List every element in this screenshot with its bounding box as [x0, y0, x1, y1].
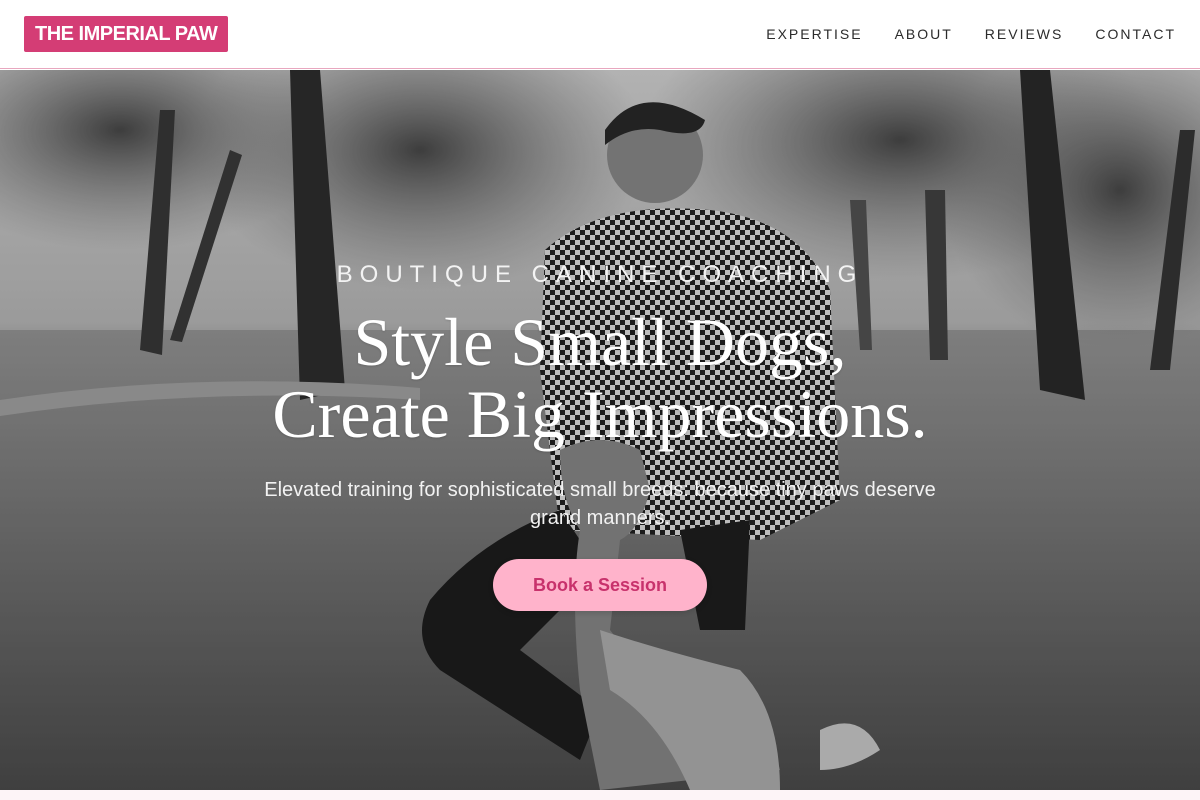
nav-link-expertise[interactable]: EXPERTISE	[766, 26, 862, 42]
hero-headline-line-2: Create Big Impressions.	[272, 376, 928, 452]
site-header: THE IMPERIAL PAW EXPERTISE ABOUT REVIEWS…	[0, 0, 1200, 69]
nav-link-contact[interactable]: CONTACT	[1095, 26, 1176, 42]
hero-headline-line-1: Style Small Dogs,	[353, 304, 847, 380]
book-session-button[interactable]: Book a Session	[493, 559, 707, 611]
hero-eyebrow: BOUTIQUE CANINE COACHING	[336, 261, 864, 288]
hero-headline: Style Small Dogs, Create Big Impressions…	[0, 306, 1200, 450]
nav-link-reviews[interactable]: REVIEWS	[985, 26, 1064, 42]
hero-content: BOUTIQUE CANINE COACHING Style Small Dog…	[0, 70, 1200, 790]
nav-link-about[interactable]: ABOUT	[895, 26, 953, 42]
brand-logo[interactable]: THE IMPERIAL PAW	[24, 16, 229, 52]
page-bottom-strip	[0, 790, 1200, 800]
main-nav: EXPERTISE ABOUT REVIEWS CONTACT	[766, 26, 1176, 42]
hero-section: BOUTIQUE CANINE COACHING Style Small Dog…	[0, 70, 1200, 790]
hero-subhead: Elevated training for sophisticated smal…	[264, 479, 936, 529]
